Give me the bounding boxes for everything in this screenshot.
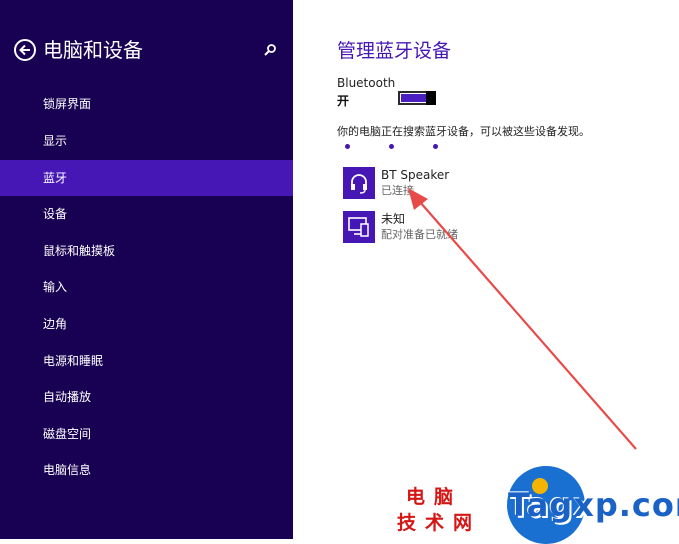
watermark-line2: 技术网: [397, 512, 482, 534]
sidebar-item-autoplay[interactable]: 自动播放: [0, 379, 293, 415]
sidebar-item-disk-space[interactable]: 磁盘空间: [0, 416, 293, 452]
progress-dot: [389, 144, 394, 149]
sidebar-item-pc-info[interactable]: 电脑信息: [0, 452, 293, 488]
progress-dot: [433, 144, 438, 149]
sidebar-item-label: 自动播放: [43, 390, 92, 404]
sidebar-item-display[interactable]: 显示: [0, 123, 293, 159]
bluetooth-label: Bluetooth: [337, 76, 396, 90]
page-title: 管理蓝牙设备: [337, 40, 452, 62]
searching-status-text: 你的电脑正在搜索蓝牙设备，可以被这些设备发现。: [337, 125, 590, 138]
sidebar: 电脑和设备 锁屏界面 显示 蓝牙 设备 鼠标和触摸板 输入 边角 电源和睡眠 自…: [0, 0, 293, 539]
sidebar-item-label: 输入: [43, 280, 68, 294]
main-content: 管理蓝牙设备 Bluetooth 开 你的电脑正在搜索蓝牙设备，可以被这些设备发…: [293, 0, 679, 539]
bluetooth-state-text: 开: [337, 94, 350, 108]
headset-icon: [343, 167, 375, 199]
search-icon[interactable]: [263, 43, 277, 57]
sidebar-item-label: 蓝牙: [43, 171, 68, 185]
sidebar-item-label: 设备: [43, 207, 68, 221]
sidebar-item-devices[interactable]: 设备: [0, 196, 293, 232]
sidebar-item-label: 电脑信息: [43, 463, 92, 477]
device-icon: [343, 211, 375, 243]
device-name: BT Speaker: [381, 168, 450, 182]
toggle-thumb[interactable]: [426, 91, 436, 105]
sidebar-item-lockscreen[interactable]: 锁屏界面: [0, 86, 293, 122]
device-status: 已连接: [381, 184, 414, 197]
device-name: 未知: [381, 212, 406, 226]
sidebar-item-label: 锁屏界面: [43, 97, 92, 111]
progress-dot: [345, 144, 350, 149]
watermark-logo: Tagxp.com: [508, 486, 679, 524]
sidebar-item-typing[interactable]: 输入: [0, 269, 293, 305]
device-item-unknown[interactable]: 未知 配对准备已就绪: [343, 211, 643, 245]
device-status: 配对准备已就绪: [381, 228, 458, 241]
sidebar-item-corners[interactable]: 边角: [0, 306, 293, 342]
sidebar-item-power-sleep[interactable]: 电源和睡眠: [0, 343, 293, 379]
device-item-bt-speaker[interactable]: BT Speaker 已连接: [343, 167, 643, 201]
sidebar-item-label: 边角: [43, 317, 68, 331]
toggle-fill: [401, 94, 427, 102]
sidebar-title: 电脑和设备: [43, 38, 143, 62]
sidebar-item-label: 电源和睡眠: [43, 354, 104, 368]
watermark-line1: 电脑: [406, 486, 463, 508]
sidebar-item-label: 磁盘空间: [43, 427, 92, 441]
sidebar-item-mouse-touchpad[interactable]: 鼠标和触摸板: [0, 233, 293, 269]
bluetooth-toggle[interactable]: [398, 91, 436, 105]
sidebar-item-label: 鼠标和触摸板: [43, 244, 116, 258]
sidebar-item-bluetooth[interactable]: 蓝牙: [0, 160, 293, 196]
sidebar-item-label: 显示: [43, 134, 68, 148]
back-arrow-icon[interactable]: [14, 39, 36, 61]
